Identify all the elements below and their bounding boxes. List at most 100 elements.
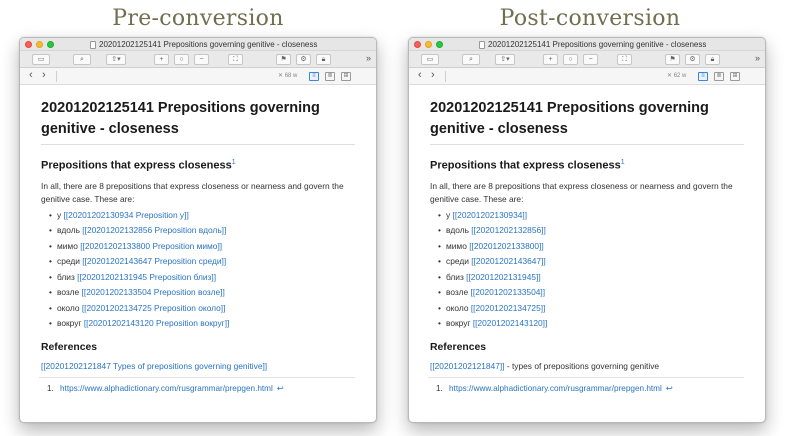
document-icon bbox=[90, 40, 96, 49]
preposition-link[interactable]: [[20201202133504 Preposition возле]] bbox=[82, 287, 225, 297]
preposition-word: близ bbox=[57, 271, 75, 282]
settings-icon[interactable]: ⚙ bbox=[296, 54, 311, 65]
preposition-word: вдоль bbox=[57, 225, 80, 236]
settings-icon[interactable]: ⚙ bbox=[685, 54, 700, 65]
lock-icon[interactable]: 🔒︎ bbox=[705, 54, 720, 65]
flag-icon[interactable]: ⚑ bbox=[276, 54, 291, 65]
navigation-bar: ‹ › ✕ 68 w ≡ ≣ ⊞ bbox=[20, 68, 376, 85]
word-count-text: 68 w bbox=[284, 73, 298, 79]
reference-link[interactable]: [[20201202121847 Types of prepositions g… bbox=[41, 361, 267, 371]
preview-view-icon[interactable]: ≡ bbox=[698, 72, 708, 81]
preposition-list: • у [[20201202130934 Preposition у]] • вдо… bbox=[41, 208, 355, 332]
references-heading: References bbox=[430, 341, 487, 353]
zoom-window-button[interactable] bbox=[47, 41, 54, 48]
zoom-reset-icon[interactable]: ○ bbox=[174, 54, 189, 65]
footnote-item: 1. https://www.alphadictionary.com/rusgra… bbox=[430, 383, 744, 393]
preposition-word: среди bbox=[57, 256, 80, 267]
sidebar-icon[interactable]: ▭ bbox=[421, 54, 439, 65]
preposition-link[interactable]: [[20201202133504]] bbox=[471, 287, 546, 297]
preposition-link[interactable]: [[20201202143647 Preposition среди]] bbox=[82, 256, 226, 266]
list-item: • мимо [[20201202133800]] bbox=[438, 240, 544, 251]
preposition-link[interactable]: [[20201202132856 Preposition вдоль]] bbox=[82, 225, 226, 235]
footnote-backref-icon[interactable]: ↩ bbox=[277, 384, 284, 393]
list-item: • вдоль [[20201202132856 Preposition вдол… bbox=[49, 225, 227, 236]
list-item: • среди [[20201202143647]] bbox=[438, 256, 546, 267]
preposition-link[interactable]: [[20201202133800 Preposition мимо]] bbox=[80, 241, 222, 251]
preposition-link[interactable]: [[20201202143120]] bbox=[473, 318, 548, 328]
preview-view-icon[interactable]: ≡ bbox=[309, 72, 319, 81]
forward-arrow-icon[interactable]: › bbox=[431, 69, 435, 81]
reference-link[interactable]: [[20201202121847]] bbox=[430, 361, 505, 371]
zoom-reset-icon[interactable]: ○ bbox=[563, 54, 578, 65]
preposition-word: у bbox=[57, 209, 62, 220]
preposition-link[interactable]: [[20201202143120 Preposition вокруг]] bbox=[84, 318, 230, 328]
preposition-link[interactable]: [[20201202143647]] bbox=[471, 256, 546, 266]
grid-view-icon[interactable]: ⊞ bbox=[730, 72, 740, 81]
reference-line: [[20201202121847 Types of prepositions g… bbox=[41, 361, 355, 371]
zoom-in-icon[interactable]: + bbox=[154, 54, 169, 65]
footnote-marker[interactable]: 1 bbox=[232, 159, 236, 166]
preposition-link[interactable]: [[20201202131945]] bbox=[466, 272, 541, 282]
preposition-link[interactable]: [[20201202134725 Preposition около]] bbox=[82, 303, 226, 313]
minimize-window-button[interactable] bbox=[36, 41, 43, 48]
fullscreen-icon[interactable]: ⛶ bbox=[617, 54, 632, 65]
close-window-button[interactable] bbox=[25, 41, 32, 48]
zoom-in-icon[interactable]: + bbox=[543, 54, 558, 65]
footnote-url-link[interactable]: https://www.alphadictionary.com/rusgramm… bbox=[60, 384, 273, 393]
intro-paragraph: In all, there are 8 prepositions that ex… bbox=[41, 180, 344, 204]
preposition-link[interactable]: [[20201202131945 Preposition близ]] bbox=[77, 272, 216, 282]
more-icon[interactable]: » bbox=[755, 53, 760, 63]
sidebar-icon[interactable]: ▭ bbox=[32, 54, 50, 65]
text-view-icon[interactable]: ≣ bbox=[714, 72, 724, 81]
search-icon[interactable]: ⌕ bbox=[73, 54, 91, 65]
flag-icon[interactable]: ⚑ bbox=[665, 54, 680, 65]
reference-suffix: - types of prepositions governing geniti… bbox=[504, 360, 660, 371]
close-window-button[interactable] bbox=[414, 41, 421, 48]
document-icon bbox=[479, 40, 485, 49]
footnote-backref-icon[interactable]: ↩ bbox=[666, 384, 673, 393]
intro-paragraph: In all, there are 8 prepositions that ex… bbox=[430, 180, 733, 204]
preposition-link[interactable]: [[20201202132856]] bbox=[471, 225, 546, 235]
minimize-window-button[interactable] bbox=[425, 41, 432, 48]
search-icon[interactable]: ⌕ bbox=[462, 54, 480, 65]
text-view-icon[interactable]: ≣ bbox=[325, 72, 335, 81]
document-content: 20201202125141 Prepositions governing ge… bbox=[409, 85, 765, 393]
zoom-out-icon[interactable]: − bbox=[194, 54, 209, 65]
preposition-link[interactable]: [[20201202130934]] bbox=[453, 210, 528, 220]
preposition-link[interactable]: [[20201202130934 Preposition у]] bbox=[64, 210, 189, 220]
lock-icon[interactable]: 🔒︎ bbox=[316, 54, 331, 65]
reference-line: [[20201202121847]] - types of prepositio… bbox=[430, 361, 744, 371]
references-heading: References bbox=[41, 341, 98, 353]
footnote-marker[interactable]: 1 bbox=[621, 159, 625, 166]
footnote-url-link[interactable]: https://www.alphadictionary.com/rusgramm… bbox=[449, 384, 662, 393]
navigation-bar: ‹ › ✕ 62 w ≡ ≣ ⊞ bbox=[409, 68, 765, 85]
section-heading-text: Prepositions that express closeness bbox=[41, 159, 232, 172]
pre-conversion-heading: Pre-conversion bbox=[112, 6, 284, 31]
preposition-word: вокруг bbox=[446, 318, 471, 329]
footnote-divider bbox=[39, 376, 355, 378]
word-count-text: 62 w bbox=[673, 73, 687, 79]
fullscreen-icon[interactable]: ⛶ bbox=[228, 54, 243, 65]
forward-arrow-icon[interactable]: › bbox=[42, 69, 46, 81]
preposition-link[interactable]: [[20201202134725]] bbox=[471, 303, 546, 313]
title-bar: 20201202125141 Prepositions governing ge… bbox=[20, 38, 376, 51]
toolbar: ▭ ⌕ ⇧▾ + ○ − ⛶ ⚑ ⚙ 🔒︎ » bbox=[20, 51, 376, 68]
nav-divider bbox=[56, 71, 57, 82]
more-icon[interactable]: » bbox=[366, 53, 371, 63]
preposition-word: у bbox=[446, 209, 451, 220]
list-item: • у [[20201202130934]] bbox=[438, 209, 528, 220]
preposition-word: вдоль bbox=[446, 225, 469, 236]
share-icon[interactable]: ⇧▾ bbox=[495, 54, 515, 65]
zoom-window-button[interactable] bbox=[436, 41, 443, 48]
nav-divider bbox=[445, 71, 446, 82]
back-arrow-icon[interactable]: ‹ bbox=[29, 69, 33, 81]
title-bar: 20201202125141 Prepositions governing ge… bbox=[409, 38, 765, 51]
share-icon[interactable]: ⇧▾ bbox=[106, 54, 126, 65]
grid-view-icon[interactable]: ⊞ bbox=[341, 72, 351, 81]
zoom-out-icon[interactable]: − bbox=[583, 54, 598, 65]
list-item: • среди [[20201202143647 Preposition сред… bbox=[49, 256, 227, 267]
preposition-link[interactable]: [[20201202133800]] bbox=[469, 241, 544, 251]
preposition-word: возле bbox=[446, 287, 469, 298]
back-arrow-icon[interactable]: ‹ bbox=[418, 69, 422, 81]
preposition-word: вокруг bbox=[57, 318, 82, 329]
